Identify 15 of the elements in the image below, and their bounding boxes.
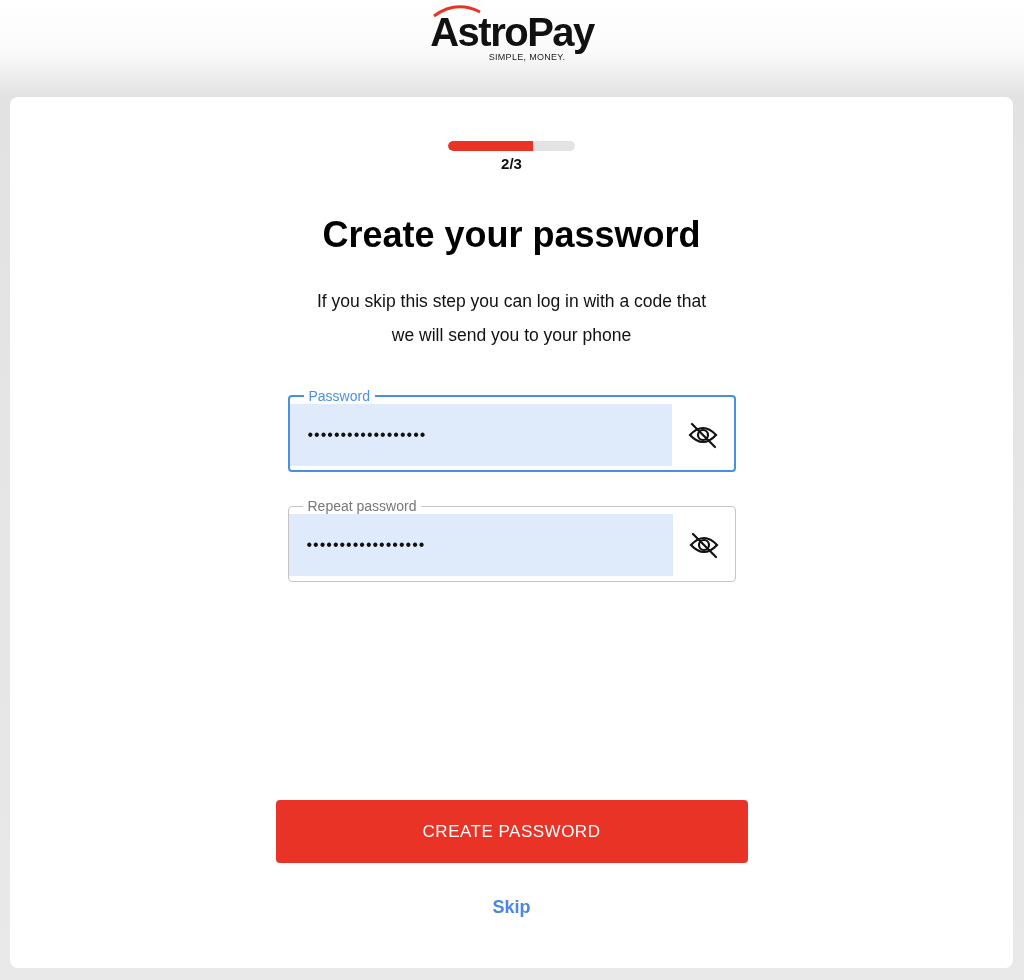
password-field[interactable]: Repeat password •••••••••••••••••• [287,498,736,582]
step-counter: 2/3 [501,155,522,172]
field-label: Repeat password [306,498,418,514]
password-field[interactable]: Password •••••••••••••••••• [287,388,736,472]
password-input[interactable]: •••••••••••••••••• [289,404,672,466]
subtitle: If you skip this step you can log in with a code that we will send you to your phone [315,290,708,347]
page-title: Create your password [322,214,701,256]
eye-off-icon [687,531,720,559]
logo: AstroPay [430,4,594,54]
eye-off-icon [686,421,719,449]
tagline: SIMPLE, MONEY. [488,52,566,62]
skip-link[interactable]: Skip [492,897,531,918]
password-input[interactable]: •••••••••••••••••• [288,514,673,576]
create-password-button[interactable]: CREATE PASSWORD [275,800,748,863]
field-label: Password [307,388,371,404]
